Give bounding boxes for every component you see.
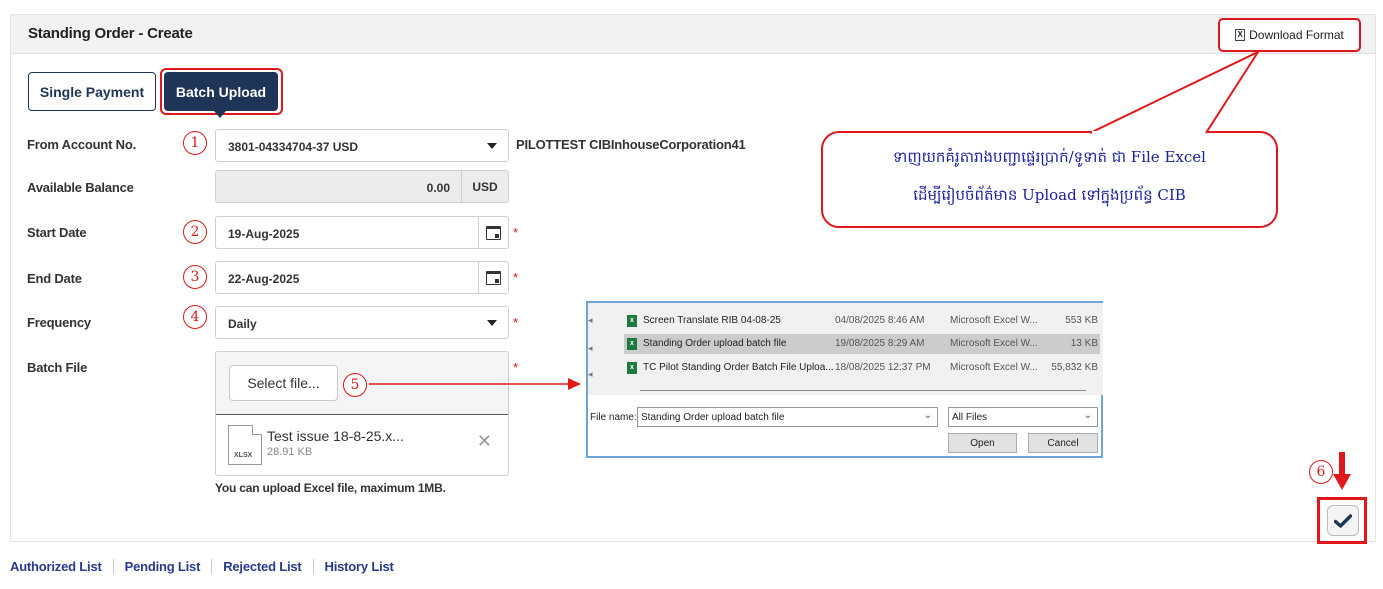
panel-header: Standing Order - Create: [11, 15, 1375, 54]
required-marker: *: [513, 360, 519, 375]
chevron-down-icon: ⌄: [1083, 410, 1092, 421]
history-list-link[interactable]: History List: [312, 558, 405, 574]
step-6-marker: 6: [1309, 460, 1333, 484]
page-title: Standing Order - Create: [28, 25, 193, 42]
bottom-nav: Authorized List Pending List Rejected Li…: [10, 555, 405, 577]
step-2-marker: 2: [183, 220, 207, 244]
required-marker: *: [513, 270, 519, 285]
xlsx-file-icon: XLSX: [228, 425, 262, 465]
uploaded-file-size: 28.91 KB: [267, 446, 313, 458]
batch-file-uploader: Select file... XLSX Test issue 18-8-25.x…: [215, 351, 509, 476]
download-format-button[interactable]: X Download Format: [1218, 18, 1361, 52]
callout-line-2: ដើម្បីរៀបចំព័ត៌មាន Upload ទៅក្នុងប្រព័ន្…: [913, 186, 1186, 204]
chevron-down-icon: [487, 143, 497, 149]
check-icon: [1334, 513, 1352, 528]
step-3-marker: 3: [183, 265, 207, 289]
frequency-value: Daily: [228, 317, 257, 331]
chevron-down-icon: [487, 320, 497, 326]
start-date-calendar-button[interactable]: [478, 217, 508, 248]
end-date-calendar-button[interactable]: [478, 262, 508, 293]
end-date-label: End Date: [27, 271, 82, 286]
required-marker: *: [513, 315, 519, 330]
chevron-down-icon: ⌄: [923, 410, 932, 421]
excel-file-icon: X: [1235, 29, 1246, 41]
rejected-list-link[interactable]: Rejected List: [211, 558, 312, 574]
pin-icon: ◂: [588, 315, 593, 325]
pending-list-link[interactable]: Pending List: [112, 558, 212, 574]
cancel-button[interactable]: Cancel: [1028, 433, 1098, 453]
start-date-input[interactable]: 19-Aug-2025: [215, 216, 509, 249]
file-name-input[interactable]: Standing Order upload batch file ⌄: [637, 407, 938, 427]
from-account-label: From Account No.: [27, 137, 136, 152]
file-type-select[interactable]: All Files ⌄: [948, 407, 1098, 427]
file-row[interactable]: x TC Pilot Standing Order Batch File Upl…: [624, 358, 1100, 378]
active-tab-caret: [214, 111, 226, 118]
step-5-marker: 5: [343, 373, 367, 397]
pin-icon: ◂: [588, 369, 593, 379]
tab-single-payment[interactable]: Single Payment: [28, 72, 156, 111]
calendar-icon: [486, 225, 501, 240]
start-date-value: 19-Aug-2025: [228, 227, 300, 241]
open-button[interactable]: Open: [948, 433, 1017, 453]
start-date-label: Start Date: [27, 225, 87, 240]
dialog-file-list: x Screen Translate RIB 04-08-25 04/08/20…: [610, 303, 1103, 395]
excel-file-icon: x: [627, 338, 637, 350]
step-4-marker: 4: [183, 305, 207, 329]
available-balance-label: Available Balance: [27, 180, 134, 195]
batch-file-label: Batch File: [27, 360, 88, 375]
submit-button[interactable]: [1327, 505, 1359, 536]
balance-currency: USD: [461, 171, 508, 202]
calendar-icon: [486, 270, 501, 285]
select-file-button[interactable]: Select file...: [229, 365, 338, 401]
frequency-label: Frequency: [27, 315, 91, 330]
end-date-value: 22-Aug-2025: [228, 272, 300, 286]
upload-hint: You can upload Excel file, maximum 1MB.: [215, 481, 446, 495]
download-format-label: Download Format: [1249, 28, 1344, 42]
available-balance-field: 0.00 USD: [215, 170, 509, 203]
account-name: PILOTTEST CIBInhouseCorporation41: [516, 137, 746, 152]
excel-file-icon: x: [627, 362, 637, 374]
remove-file-icon[interactable]: ✕: [477, 431, 492, 452]
file-name-label: File name:: [590, 412, 637, 423]
file-row-selected[interactable]: x Standing Order upload batch file 19/08…: [624, 334, 1100, 354]
from-account-select[interactable]: 3801-04334704-37 USD: [215, 129, 509, 162]
file-open-dialog: ◂ ◂ ◂ x Screen Translate RIB 04-08-25 04…: [586, 301, 1103, 458]
excel-file-icon: x: [627, 315, 637, 327]
balance-amount: 0.00: [426, 181, 450, 195]
required-marker: *: [513, 225, 519, 240]
authorized-list-link[interactable]: Authorized List: [10, 559, 113, 574]
file-row[interactable]: x Screen Translate RIB 04-08-25 04/08/20…: [624, 311, 1100, 331]
horizontal-scrollbar[interactable]: [640, 390, 1086, 391]
uploaded-file-name: Test issue 18-8-25.x...: [267, 428, 404, 444]
frequency-select[interactable]: Daily: [215, 306, 509, 339]
step-1-marker: 1: [183, 131, 207, 155]
callout-line-1: ទាញយកគំរូតារាងបញ្ជាផ្ទេរប្រាក់/ទូទាត់ ជា…: [893, 148, 1206, 166]
tab-batch-upload[interactable]: Batch Upload: [164, 72, 278, 111]
instruction-callout: ទាញយកគំរូតារាងបញ្ជាផ្ទេរប្រាក់/ទូទាត់ ជា…: [821, 131, 1278, 228]
end-date-input[interactable]: 22-Aug-2025: [215, 261, 509, 294]
pin-icon: ◂: [588, 343, 593, 353]
dialog-nav-pane: ◂ ◂ ◂: [588, 303, 610, 395]
from-account-value: 3801-04334704-37 USD: [228, 140, 359, 154]
